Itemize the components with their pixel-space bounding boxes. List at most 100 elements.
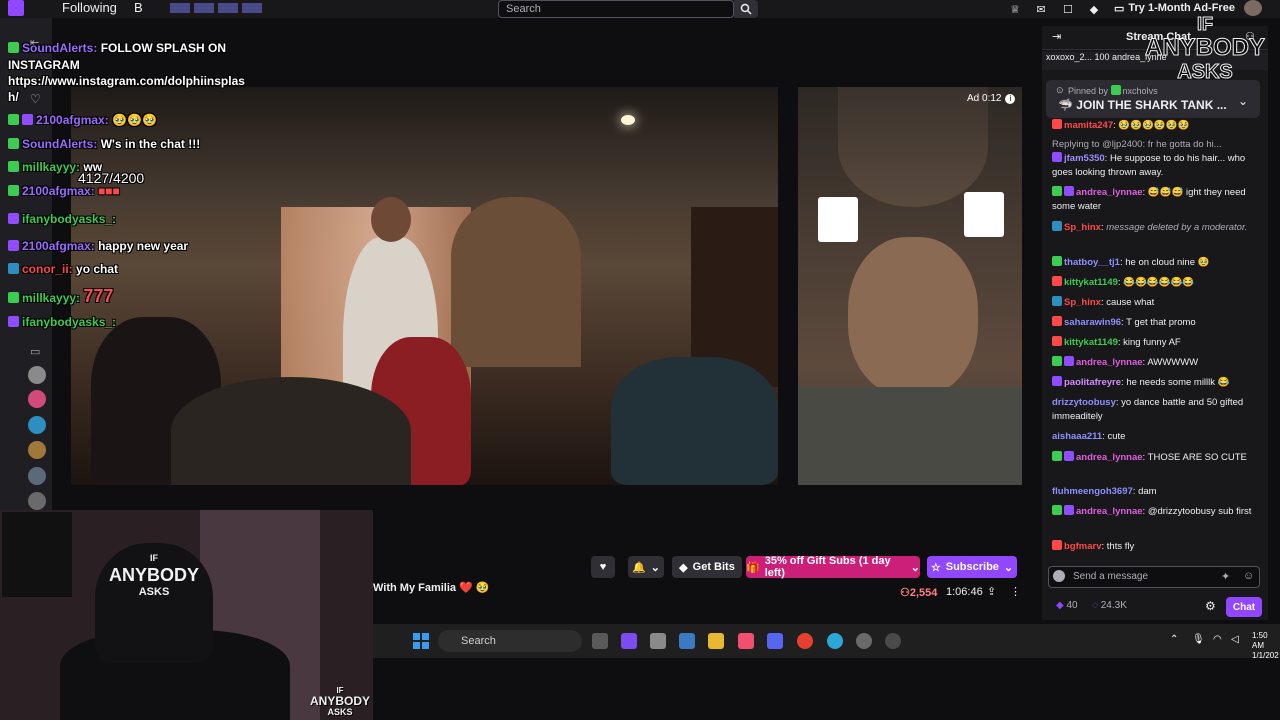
whispers-icon[interactable]: ☐ (1061, 2, 1075, 16)
wifi-icon[interactable]: ◠ (1213, 634, 1222, 645)
nav-extra-3[interactable] (218, 3, 238, 13)
blanket (798, 387, 1022, 485)
channel-points[interactable]: ◌ 24.3K (1092, 600, 1127, 611)
discord-icon[interactable] (767, 633, 783, 649)
chat-message: kittykat1149: 😂😂😂😂😂😂 (1052, 276, 1258, 290)
watermark-top: IF ANYBODY ASKS (1144, 14, 1265, 84)
chevron-up-icon[interactable]: ⌃ (1170, 634, 1178, 645)
channel-avatar[interactable] (28, 441, 46, 459)
twitch-logo-icon[interactable] (8, 0, 24, 16)
inbox-icon[interactable]: ✉ (1034, 2, 1048, 16)
chrome-icon[interactable] (797, 633, 813, 649)
obs-icon[interactable] (856, 633, 872, 649)
person-icon: ⚇ (900, 587, 910, 599)
pinned-text: 🦈 JOIN THE SHARK TANK ... (1058, 98, 1227, 112)
taskbar-clock[interactable]: 1:50 AM 1/1/202 (1252, 631, 1280, 661)
taskbar-search[interactable]: Search (438, 630, 582, 652)
subscribe-button[interactable]: ☆ Subscribe ⌄ (927, 556, 1017, 578)
chat-reply-indicator: Replying to @ljp2400: fr he gotta do hi.… (1052, 139, 1222, 150)
chat-message: Sp_hinx: message deleted by a moderator. (1052, 221, 1258, 235)
person-head (371, 197, 411, 242)
settings-icon[interactable] (650, 633, 666, 649)
viewer-count: ⚇2,554 (900, 587, 938, 599)
channel-avatar[interactable] (28, 467, 46, 485)
music-icon[interactable] (738, 633, 754, 649)
badge-icon (8, 42, 19, 53)
foreground-head (171, 377, 411, 485)
archway (451, 197, 581, 367)
heart-icon: ♡ (30, 92, 41, 106)
chat-message: bgfmarv: thts fly (1052, 540, 1258, 554)
bits-cheer-icon[interactable]: ✦ (1221, 570, 1230, 583)
edge-icon[interactable] (827, 633, 843, 649)
store-icon[interactable] (679, 633, 695, 649)
channel-avatar[interactable] (28, 492, 46, 510)
copilot-icon[interactable] (621, 633, 637, 649)
channel-avatar[interactable] (28, 366, 46, 384)
bits-icon: ◆ (1056, 600, 1064, 611)
nav-following[interactable]: Following (62, 0, 117, 15)
media-player-icon[interactable] (885, 633, 901, 649)
ad-timer: Ad 0:12 i (967, 93, 1016, 104)
emote-picker-icon[interactable]: ☺ (1243, 570, 1254, 582)
points-icon: ◌ (1092, 600, 1098, 611)
food-box (964, 192, 1004, 237)
chat-settings-icon[interactable]: ⚙ (1205, 599, 1216, 613)
chevron-down-icon[interactable]: ⌄ (1238, 94, 1248, 108)
overlay-chat-line: SoundAlerts: W's in the chat !!! (8, 137, 200, 151)
ceiling (838, 87, 988, 207)
hoodie-print: IF ANYBODY ASKS (108, 553, 199, 598)
chat-send-button[interactable]: Chat (1226, 597, 1262, 617)
nav-browse[interactable]: B (134, 0, 143, 15)
chat-message: mamita247: 🥹🥹🥹🥹🥹🥹 (1052, 119, 1258, 133)
overlay-chat-line: ifanybodyasks_: (8, 212, 116, 226)
face (848, 237, 978, 397)
task-view-icon[interactable] (592, 633, 608, 649)
search-input[interactable]: Search (498, 0, 734, 18)
stream-uptime: 1:06:46 (946, 586, 983, 598)
notifications-button[interactable]: 🔔 ⌄ (628, 556, 664, 578)
gift-icon: 🎁 (746, 561, 760, 574)
chat-message: kittykat1149: king funny AF (1052, 336, 1258, 350)
nav-extra-4[interactable] (242, 3, 262, 13)
overlay-chat-line: 2100afgmax: ■■■ (8, 184, 120, 198)
share-icon[interactable]: ⇪ (987, 585, 996, 598)
chat-message: paolitafreyre: he needs some milllk 😂 (1052, 376, 1258, 390)
crown-icon[interactable]: ♕ (1008, 2, 1022, 16)
chat-message: andrea_lynnae: AWWWWW (1052, 356, 1258, 370)
chat-message: jfam5350: He suppose to do his hair... w… (1052, 152, 1246, 178)
speaker-icon[interactable]: ◁ (1231, 634, 1239, 645)
channel-avatar[interactable] (28, 416, 46, 434)
tv-icon: ▭ (1114, 2, 1125, 15)
bits-icon: ◆ (679, 561, 688, 574)
ad-video-player[interactable] (798, 87, 1022, 485)
video-camera-icon: ▭ (30, 346, 41, 358)
gift-subs-button[interactable]: 🎁 35% off Gift Subs (1 day left) ⌄ (746, 555, 920, 579)
chevron-down-icon: ⌄ (1003, 561, 1014, 574)
windows-start-icon[interactable] (413, 633, 429, 649)
search-icon (740, 3, 752, 15)
chat-message: andrea_lynnae: @drizzytoobusy sub first (1052, 505, 1258, 519)
more-options-icon[interactable]: ⋮ (1010, 585, 1021, 598)
overlay-chat-line: https://www.instagram.com/dolphiinsplas (8, 74, 245, 88)
overlay-chat-line: INSTAGRAM (8, 58, 80, 72)
chat-message: andrea_lynnae: 😅😅😅 ight they need some w… (1052, 186, 1246, 212)
bits-balance[interactable]: ◆ 40 (1056, 600, 1078, 611)
nav-extra-1[interactable] (170, 3, 190, 13)
bits-icon[interactable]: ◆ (1087, 2, 1101, 16)
star-icon: ☆ (930, 561, 941, 574)
overlay-chat-line: 2100afgmax: 🥹🥹🥹 (8, 113, 157, 127)
microphone-icon[interactable]: 🎙 (1192, 634, 1205, 645)
identity-icon[interactable] (1053, 570, 1065, 582)
file-explorer-icon[interactable] (708, 633, 724, 649)
chat-message: aishaaa211: cute (1052, 431, 1126, 442)
overlay-chat-line: conor_ii: yo chat (8, 262, 118, 276)
channel-avatar[interactable] (28, 390, 46, 408)
get-bits-button[interactable]: ◆ Get Bits (672, 556, 742, 578)
info-icon[interactable]: i (1005, 93, 1016, 104)
collapse-chat-icon[interactable]: ⇥ (1052, 30, 1061, 43)
search-button[interactable] (734, 0, 758, 18)
overlay-chat-line: SoundAlerts: FOLLOW SPLASH ON (8, 41, 226, 55)
follow-button[interactable]: ♥ (591, 556, 615, 578)
nav-extra-2[interactable] (194, 3, 214, 13)
